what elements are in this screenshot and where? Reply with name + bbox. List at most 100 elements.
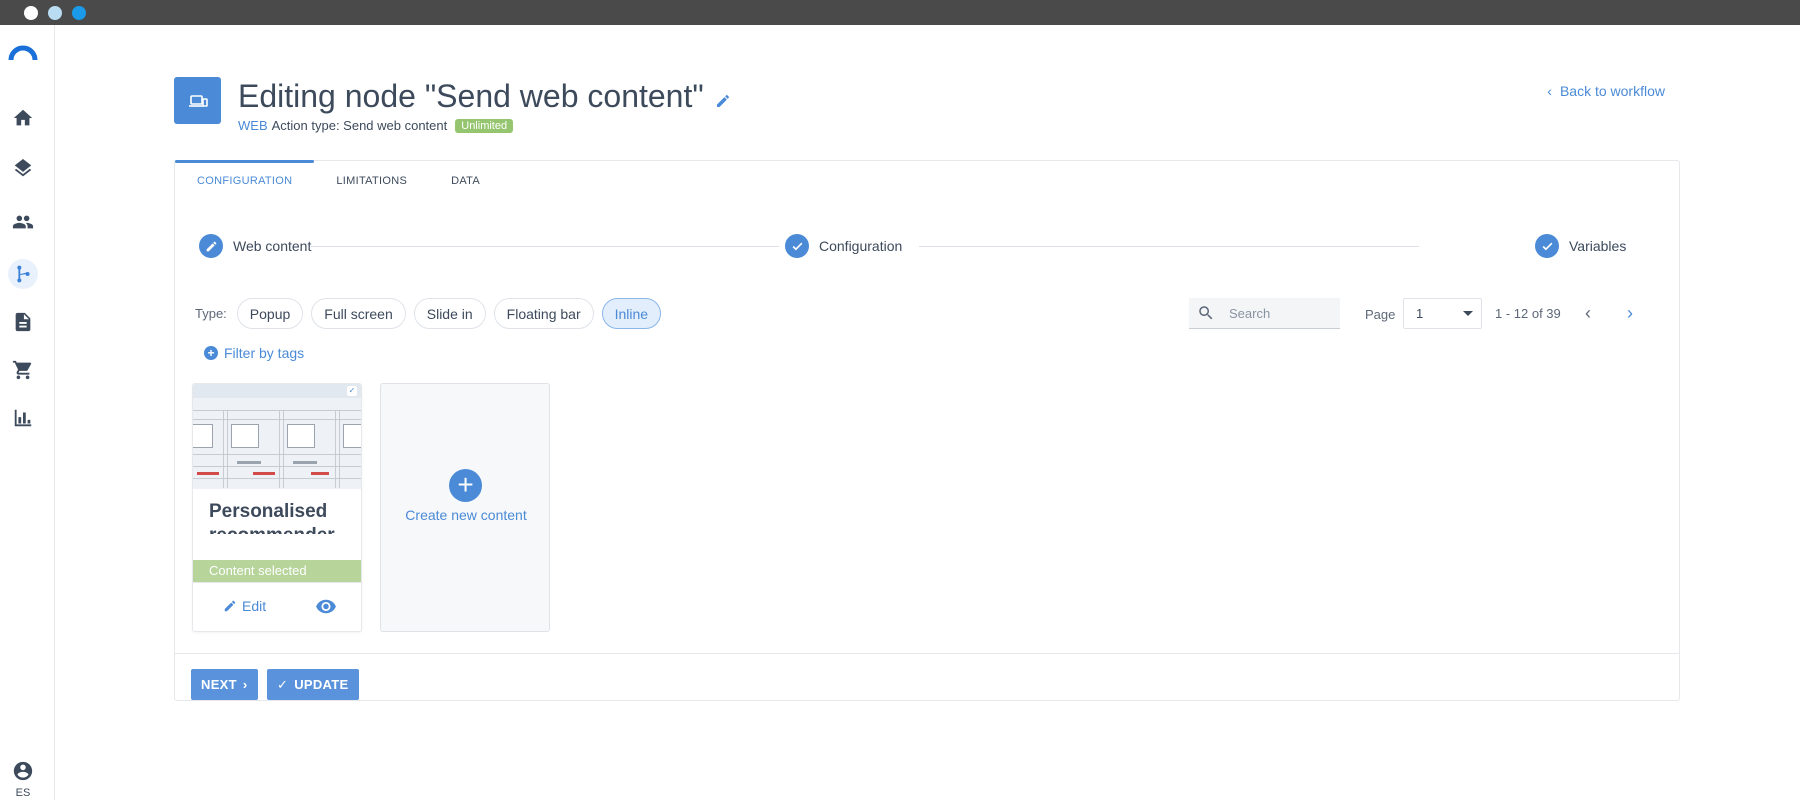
- image-placeholder-icon: [343, 424, 361, 448]
- content-card-actions: Edit: [193, 582, 361, 631]
- tab-configuration[interactable]: CONFIGURATION: [175, 160, 315, 201]
- plus-circle-icon: +: [204, 346, 218, 360]
- card-footer: NEXT › ✓ UPDATE: [175, 653, 1679, 701]
- back-to-workflow-link[interactable]: ‹ Back to workflow: [1547, 83, 1665, 99]
- thumbnail-line: [193, 454, 361, 455]
- page-select[interactable]: 1: [1403, 298, 1482, 329]
- bar-chart-icon: [14, 409, 32, 427]
- update-button[interactable]: ✓ UPDATE: [267, 669, 359, 700]
- thumbnail-text: [253, 472, 275, 475]
- step-label: Variables: [1569, 238, 1627, 254]
- thumbnail-line: [335, 410, 336, 488]
- page-label: Page: [1365, 307, 1396, 322]
- content-thumbnail: ✓: [193, 384, 361, 489]
- thumbnail-line: [193, 410, 361, 411]
- previous-page-button[interactable]: ‹: [1576, 301, 1600, 325]
- channel-label: WEB: [238, 118, 268, 133]
- thumbnail-line: [193, 419, 361, 420]
- node-editor-card: CONFIGURATION LIMITATIONS DATA Web conte…: [174, 160, 1680, 701]
- layers-icon: [14, 159, 32, 177]
- sidebar-item-documents[interactable]: [8, 307, 38, 337]
- step-configuration[interactable]: Configuration: [785, 234, 903, 258]
- status-badge: Unlimited: [455, 118, 514, 133]
- page-select-value: 1: [1416, 306, 1424, 321]
- stepper-line: [919, 246, 1419, 247]
- type-chip-slide-in[interactable]: Slide in: [413, 298, 486, 329]
- type-chip-floating-bar[interactable]: Floating bar: [493, 298, 594, 329]
- thumbnail-text: [311, 472, 329, 475]
- image-placeholder-icon: [287, 424, 315, 448]
- cart-icon: [12, 360, 32, 380]
- sidebar-item-home[interactable]: [8, 103, 38, 133]
- thumbnail-line: [283, 410, 284, 488]
- stepper-line: [309, 246, 779, 247]
- sidebar-item-layers[interactable]: [8, 155, 38, 185]
- pagination-range: 1 - 12 of 39: [1495, 306, 1561, 321]
- tab-bar: CONFIGURATION LIMITATIONS DATA: [175, 160, 502, 201]
- workflow-icon: [17, 265, 30, 283]
- node-type-icon: [174, 77, 221, 124]
- create-new-content-card[interactable]: + Create new content: [380, 383, 550, 632]
- chevron-left-icon: ‹: [1585, 302, 1591, 323]
- edit-title-button[interactable]: [715, 93, 733, 111]
- pencil-icon: [717, 95, 729, 107]
- image-placeholder-icon: [231, 424, 259, 448]
- pencil-icon: [224, 600, 236, 612]
- filter-by-tags-label: Filter by tags: [224, 345, 305, 361]
- sidebar-item-people[interactable]: [8, 207, 38, 237]
- type-filter: Type: Popup Full screen Slide in Floatin…: [195, 298, 662, 329]
- check-icon: ✓: [347, 386, 357, 396]
- type-chip-popup[interactable]: Popup: [236, 298, 304, 329]
- next-button-label: NEXT: [201, 677, 237, 692]
- content-card[interactable]: ✓ Personalised recommender Content selec…: [192, 383, 362, 632]
- edit-label: Edit: [242, 598, 267, 614]
- sidebar-item-workflows[interactable]: [8, 259, 38, 289]
- chevron-right-icon: ›: [242, 677, 248, 692]
- app-logo[interactable]: [8, 45, 38, 61]
- window-close-dot[interactable]: [24, 6, 38, 20]
- user-initials: ES: [15, 787, 31, 799]
- type-chip-full-screen[interactable]: Full screen: [311, 298, 406, 329]
- preview-content-button[interactable]: [315, 597, 339, 617]
- filter-by-tags-link[interactable]: + Filter by tags: [204, 345, 304, 361]
- stepper: Web content Configuration Variables: [199, 234, 1651, 260]
- next-button[interactable]: NEXT ›: [191, 669, 258, 700]
- edit-content-button[interactable]: Edit: [223, 598, 266, 614]
- next-page-button[interactable]: ›: [1618, 301, 1642, 325]
- thumbnail-line: [339, 410, 340, 488]
- search-icon: [1199, 306, 1213, 320]
- search-box: [1189, 298, 1340, 329]
- thumbnail-line: [193, 466, 361, 467]
- back-link-label: Back to workflow: [1559, 83, 1665, 99]
- people-icon: [12, 215, 34, 229]
- thumbnail-line: [223, 410, 224, 488]
- search-input[interactable]: [1229, 305, 1329, 321]
- node-subtitle: WEB Action type: Send web content Unlimi…: [238, 118, 514, 133]
- tab-limitations[interactable]: LIMITATIONS: [314, 161, 429, 201]
- thumbnail-line: [193, 478, 361, 479]
- window-minimize-dot[interactable]: [48, 6, 62, 20]
- sidebar-item-commerce[interactable]: [8, 355, 38, 385]
- step-circle: [1535, 234, 1559, 258]
- action-type-label: Action type: Send web content: [271, 118, 448, 133]
- page-title: Editing node "Send web content": [238, 78, 704, 114]
- thumbnail-text: [197, 472, 219, 475]
- user-profile[interactable]: ES: [8, 760, 38, 799]
- tab-data[interactable]: DATA: [429, 161, 502, 201]
- type-filter-label: Type:: [195, 306, 227, 321]
- eye-icon: [316, 599, 336, 614]
- step-label: Web content: [233, 238, 312, 254]
- content-card-title: Personalised recommender: [209, 501, 335, 534]
- sidebar-item-analytics[interactable]: [8, 403, 38, 433]
- check-icon: [1542, 242, 1552, 250]
- thumbnail-text: [293, 461, 317, 464]
- step-circle: [199, 234, 223, 258]
- step-variables[interactable]: Variables: [1535, 234, 1627, 258]
- create-new-content-label: Create new content: [405, 507, 527, 523]
- step-web-content[interactable]: Web content: [199, 234, 312, 258]
- check-icon: ✓: [277, 676, 289, 692]
- type-chip-inline[interactable]: Inline: [601, 298, 662, 329]
- chevron-left-icon: ‹: [1547, 83, 1552, 99]
- window-maximize-dot[interactable]: [72, 6, 86, 20]
- update-button-label: UPDATE: [294, 677, 349, 692]
